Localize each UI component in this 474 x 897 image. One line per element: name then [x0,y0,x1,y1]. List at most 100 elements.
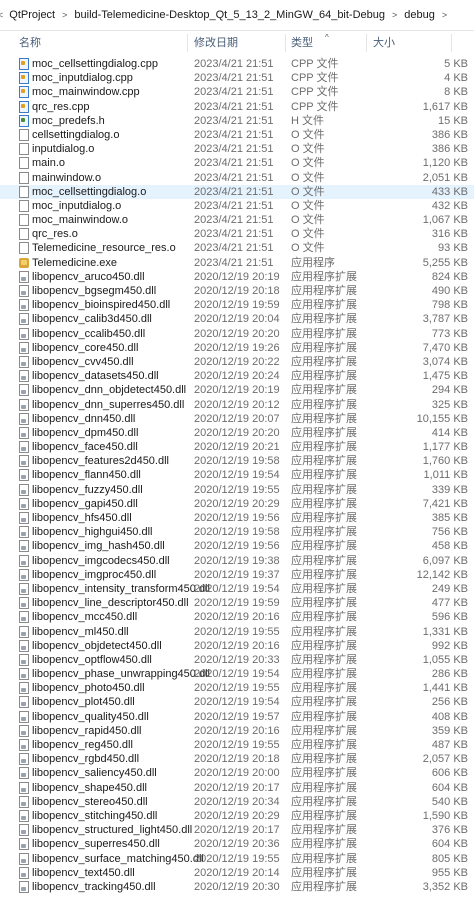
file-row[interactable]: libopencv_superres450.dll 2020/12/19 20:3… [0,837,474,851]
column-header-name[interactable]: 名称 [19,30,41,56]
file-row[interactable]: libopencv_gapi450.dll 2020/12/19 20:29 应用程… [0,497,474,511]
file-row[interactable]: Telemedicine.exe 2023/4/21 21:51 应用程序 5,255… [0,256,474,270]
file-row[interactable]: libopencv_photo450.dll 2020/12/19 19:55 应用… [0,681,474,695]
file-row[interactable]: moc_mainwindow.o 2023/4/21 21:51 O 文件 1,067… [0,213,474,227]
file-row[interactable]: libopencv_rgbd450.dll 2020/12/19 20:18 应用程… [0,752,474,766]
file-row[interactable]: moc_mainwindow.cpp 2023/4/21 21:51 CPP 文件 8… [0,85,474,99]
dll-file-icon [19,497,29,510]
file-row[interactable]: libopencv_dnn_objdetect450.dll 2020/12/19… [0,383,474,397]
file-row[interactable]: libopencv_core450.dll 2020/12/19 19:26 应用程… [0,341,474,355]
file-row[interactable]: libopencv_text450.dll 2020/12/19 20:14 应用程… [0,866,474,880]
file-name: libopencv_optflow450.dll [32,653,152,666]
file-type: 应用程序扩展 [291,880,357,893]
file-type: 应用程序扩展 [291,639,357,652]
file-type: 应用程序扩展 [291,441,357,454]
file-row[interactable]: libopencv_highgui450.dll 2020/12/19 19:58… [0,525,474,539]
file-row[interactable]: libopencv_ml450.dll 2020/12/19 19:55 应用程序扩… [0,625,474,639]
file-row[interactable]: libopencv_bgsegm450.dll 2020/12/19 20:18 应… [0,284,474,298]
breadcrumb-item-qtproject[interactable]: QtProject [9,9,55,21]
file-row[interactable]: libopencv_ccalib450.dll 2020/12/19 20:20 应… [0,327,474,341]
file-row[interactable]: libopencv_dpm450.dll 2020/12/19 20:20 应用程序… [0,426,474,440]
column-header-size[interactable]: 大小 [373,30,395,56]
file-row[interactable]: qrc_res.cpp 2023/4/21 21:51 CPP 文件 1,617 KB [0,100,474,114]
file-row[interactable]: cellsettingdialog.o 2023/4/21 21:51 O 文件 38… [0,128,474,142]
file-date: 2020/12/19 19:58 [194,455,280,468]
file-size: 256 KB [431,696,468,709]
breadcrumb-item-debug[interactable]: debug [404,9,435,21]
file-row[interactable]: main.o 2023/4/21 21:51 O 文件 1,120 KB [0,156,474,170]
file-row[interactable]: libopencv_phase_unwrapping450.dll 2020/12… [0,667,474,681]
file-date: 2020/12/19 19:38 [194,554,280,567]
column-divider[interactable] [366,34,367,52]
file-row[interactable]: moc_inputdialog.cpp 2023/4/21 21:51 CPP 文件… [0,71,474,85]
file-row[interactable]: libopencv_cvv450.dll 2020/12/19 20:22 应用程序… [0,355,474,369]
file-row[interactable]: libopencv_imgcodecs450.dll 2020/12/19 19:… [0,554,474,568]
file-size: 8 KB [444,86,468,99]
column-header-type[interactable]: 类型 [291,30,313,56]
file-name: libopencv_img_hash450.dll [32,540,165,553]
file-date: 2020/12/19 20:29 [194,809,280,822]
file-row[interactable]: Telemedicine_resource_res.o 2023/4/21 21:… [0,241,474,255]
file-row[interactable]: libopencv_line_descriptor450.dll 2020/12/… [0,596,474,610]
chevron-right-icon[interactable]: > [442,10,447,20]
file-row[interactable]: mainwindow.o 2023/4/21 21:51 O 文件 2,051 KB [0,171,474,185]
file-row[interactable]: libopencv_features2d450.dll 2020/12/19 19… [0,454,474,468]
column-divider[interactable] [451,34,452,52]
file-row[interactable]: qrc_res.o 2023/4/21 21:51 O 文件 316 KB [0,227,474,241]
file-row[interactable]: libopencv_flann450.dll 2020/12/19 19:54 应用… [0,468,474,482]
file-row[interactable]: libopencv_stitching450.dll 2020/12/19 20:… [0,809,474,823]
file-date: 2020/12/19 20:19 [194,270,280,283]
column-divider[interactable] [187,34,188,52]
file-row[interactable]: libopencv_saliency450.dll 2020/12/19 20:0… [0,766,474,780]
address-bar[interactable]: < QtProject > build-Telemedicine-Desktop… [0,0,474,31]
dll-file-icon [19,852,29,865]
file-row[interactable]: libopencv_stereo450.dll 2020/12/19 20:34 应… [0,795,474,809]
file-type: H 文件 [291,114,324,127]
file-row[interactable]: libopencv_optflow450.dll 2020/12/19 20:33… [0,653,474,667]
file-row[interactable]: libopencv_calib3d450.dll 2020/12/19 20:04… [0,312,474,326]
file-date: 2020/12/19 20:12 [194,398,280,411]
file-row[interactable]: moc_inputdialog.o 2023/4/21 21:51 O 文件 432 … [0,199,474,213]
file-row[interactable]: libopencv_hfs450.dll 2020/12/19 19:56 应用程序… [0,511,474,525]
breadcrumb-item-build-folder[interactable]: build-Telemedicine-Desktop_Qt_5_13_2_Min… [74,9,385,21]
file-row[interactable]: libopencv_bioinspired450.dll 2020/12/19 1… [0,298,474,312]
file-row[interactable]: libopencv_fuzzy450.dll 2020/12/19 19:55 应用… [0,483,474,497]
file-name: libopencv_core450.dll [32,341,139,354]
file-row[interactable]: libopencv_reg450.dll 2020/12/19 19:55 应用程序… [0,738,474,752]
file-name: libopencv_dnn_superres450.dll [32,398,185,411]
file-row[interactable]: libopencv_dnn_superres450.dll 2020/12/19 … [0,398,474,412]
file-row[interactable]: moc_predefs.h 2023/4/21 21:51 H 文件 15 KB [0,114,474,128]
chevron-right-icon[interactable]: > [392,10,397,20]
file-size: 339 KB [431,483,468,496]
file-row[interactable]: libopencv_plot450.dll 2020/12/19 19:54 应用程… [0,695,474,709]
chevron-right-icon[interactable]: > [62,10,67,20]
file-name: libopencv_intensity_transform450.dll [32,582,210,595]
file-row[interactable]: libopencv_intensity_transform450.dll 2020… [0,582,474,596]
column-divider[interactable] [285,34,286,52]
file-row[interactable]: libopencv_quality450.dll 2020/12/19 19:57… [0,710,474,724]
file-name: qrc_res.cpp [32,100,90,113]
file-date: 2020/12/19 19:26 [194,341,280,354]
file-row[interactable]: libopencv_tracking450.dll 2020/12/19 20:3… [0,880,474,894]
file-row[interactable]: libopencv_mcc450.dll 2020/12/19 20:16 应用程序… [0,610,474,624]
file-size: 433 KB [431,185,468,198]
file-row[interactable]: libopencv_structured_light450.dll 2020/12… [0,823,474,837]
dll-file-icon [19,526,29,539]
file-row[interactable]: moc_cellsettingdialog.cpp 2023/4/21 21:51… [0,57,474,71]
file-row[interactable]: libopencv_aruco450.dll 2020/12/19 20:19 应用… [0,270,474,284]
file-row[interactable]: libopencv_surface_matching450.dll 2020/12… [0,852,474,866]
file-row[interactable]: moc_cellsettingdialog.o 2023/4/21 21:51 O … [0,184,474,199]
file-row[interactable]: libopencv_face450.dll 2020/12/19 20:21 应用程… [0,440,474,454]
breadcrumb-overflow-icon[interactable]: < [0,10,3,20]
file-row[interactable]: libopencv_img_hash450.dll 2020/12/19 19:5… [0,539,474,553]
file-date: 2020/12/19 20:07 [194,412,280,425]
file-row[interactable]: libopencv_rapid450.dll 2020/12/19 20:16 应用… [0,724,474,738]
file-row[interactable]: libopencv_datasets450.dll 2020/12/19 20:2… [0,369,474,383]
file-row[interactable]: libopencv_imgproc450.dll 2020/12/19 19:37… [0,568,474,582]
file-size: 1,475 KB [422,370,468,383]
file-row[interactable]: libopencv_objdetect450.dll 2020/12/19 20:… [0,639,474,653]
file-row[interactable]: inputdialog.o 2023/4/21 21:51 O 文件 386 KB [0,142,474,156]
file-row[interactable]: libopencv_shape450.dll 2020/12/19 20:17 应用… [0,781,474,795]
column-header-date[interactable]: 修改日期 [194,30,238,56]
file-row[interactable]: libopencv_dnn450.dll 2020/12/19 20:07 应用程序… [0,412,474,426]
